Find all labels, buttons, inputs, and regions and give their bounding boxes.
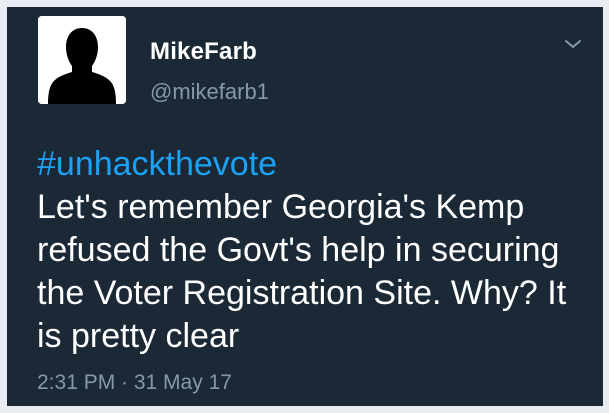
tweet-card: MikeFarb @mikefarb1 #unhackthevote Let's… <box>7 7 603 406</box>
tweet-text-line: Let's remember Georgia's Kemp <box>37 188 525 226</box>
screenshot-frame: MikeFarb @mikefarb1 #unhackthevote Let's… <box>0 0 609 413</box>
author-handle[interactable]: @mikefarb1 <box>150 79 269 105</box>
tweet-text-line: the Voter Registration Site. Why? It <box>37 274 567 312</box>
author-avatar[interactable] <box>38 16 126 104</box>
hashtag-link[interactable]: #unhackthevote <box>37 143 597 186</box>
tweet-text: #unhackthevote Let's remember Georgia's … <box>37 143 597 358</box>
default-profile-silhouette-icon <box>38 16 126 104</box>
tweet-menu-button[interactable] <box>562 35 584 53</box>
tweet-text-line: is pretty clear <box>37 317 240 355</box>
author-display-name[interactable]: MikeFarb <box>150 38 257 66</box>
tweet-text-line: refused the Govt's help in securing <box>37 231 560 269</box>
chevron-down-icon <box>565 40 581 48</box>
tweet-timestamp[interactable]: 2:31 PM · 31 May 17 <box>37 371 232 395</box>
